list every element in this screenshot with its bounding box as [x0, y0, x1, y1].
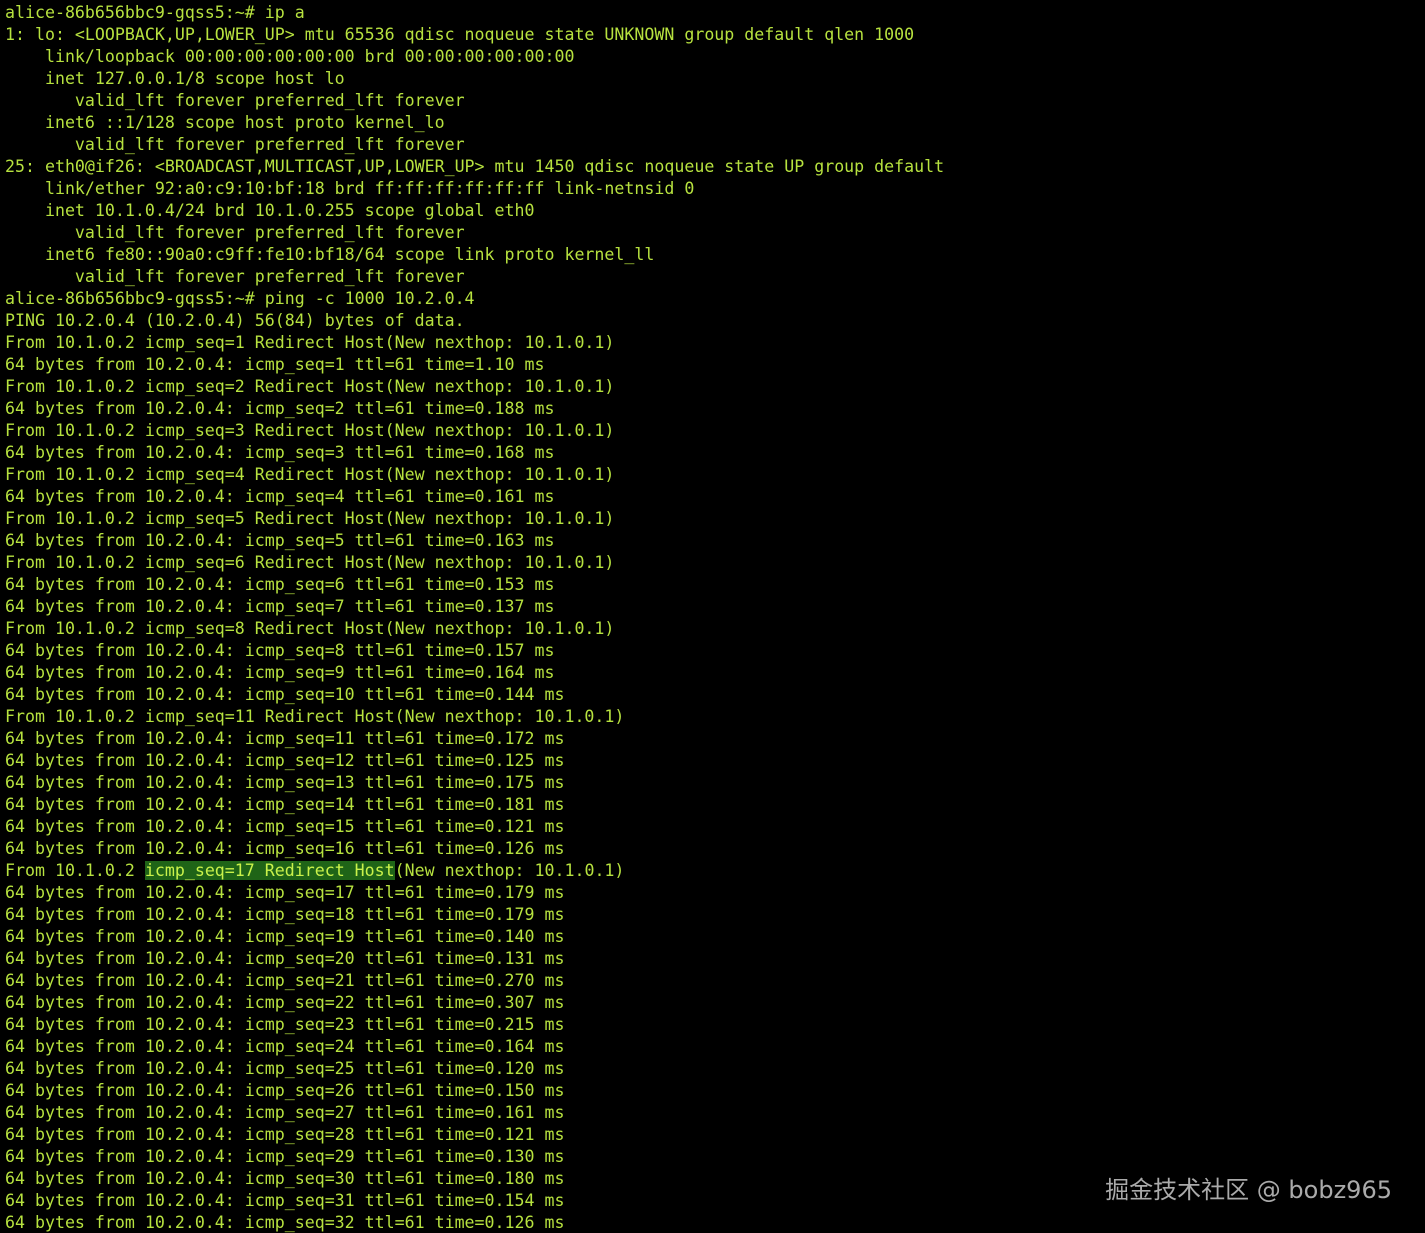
terminal-line: 1: lo: <LOOPBACK,UP,LOWER_UP> mtu 65536 …	[5, 25, 915, 44]
terminal-line: 64 bytes from 10.2.0.4: icmp_seq=32 ttl=…	[5, 1213, 565, 1232]
terminal-line: valid_lft forever preferred_lft forever	[5, 91, 465, 110]
terminal-line: From 10.1.0.2 icmp_seq=6 Redirect Host(N…	[5, 553, 615, 572]
terminal-line: 64 bytes from 10.2.0.4: icmp_seq=1 ttl=6…	[5, 355, 545, 374]
terminal-line: 64 bytes from 10.2.0.4: icmp_seq=11 ttl=…	[5, 729, 565, 748]
terminal-line: From 10.1.0.2 icmp_seq=4 Redirect Host(N…	[5, 465, 615, 484]
terminal-line: 64 bytes from 10.2.0.4: icmp_seq=29 ttl=…	[5, 1147, 565, 1166]
terminal-line: link/ether 92:a0:c9:10:bf:18 brd ff:ff:f…	[5, 179, 695, 198]
terminal-line: From 10.1.0.2 icmp_seq=8 Redirect Host(N…	[5, 619, 615, 638]
terminal-line: From 10.1.0.2 icmp_seq=5 Redirect Host(N…	[5, 509, 615, 528]
terminal-line: 64 bytes from 10.2.0.4: icmp_seq=18 ttl=…	[5, 905, 565, 924]
terminal-line: 64 bytes from 10.2.0.4: icmp_seq=2 ttl=6…	[5, 399, 555, 418]
terminal-line: link/loopback 00:00:00:00:00:00 brd 00:0…	[5, 47, 575, 66]
terminal-line: 64 bytes from 10.2.0.4: icmp_seq=12 ttl=…	[5, 751, 565, 770]
terminal-line: 64 bytes from 10.2.0.4: icmp_seq=23 ttl=…	[5, 1015, 565, 1034]
terminal-line: 64 bytes from 10.2.0.4: icmp_seq=20 ttl=…	[5, 949, 565, 968]
terminal-line: 64 bytes from 10.2.0.4: icmp_seq=15 ttl=…	[5, 817, 565, 836]
terminal-line: 64 bytes from 10.2.0.4: icmp_seq=14 ttl=…	[5, 795, 565, 814]
terminal-line: From 10.1.0.2 icmp_seq=17 Redirect Host(…	[5, 860, 1425, 882]
terminal-line: inet 10.1.0.4/24 brd 10.1.0.255 scope gl…	[5, 201, 535, 220]
terminal-line: inet 127.0.0.1/8 scope host lo	[5, 69, 345, 88]
terminal-line: valid_lft forever preferred_lft forever	[5, 135, 465, 154]
terminal-line: 64 bytes from 10.2.0.4: icmp_seq=28 ttl=…	[5, 1125, 565, 1144]
terminal-output[interactable]: alice-86b656bbc9-gqss5:~# ip a 1: lo: <LO…	[5, 2, 1425, 1233]
terminal-line: 64 bytes from 10.2.0.4: icmp_seq=13 ttl=…	[5, 773, 565, 792]
terminal-line: alice-86b656bbc9-gqss5:~# ip a	[5, 3, 305, 22]
terminal-line: PING 10.2.0.4 (10.2.0.4) 56(84) bytes of…	[5, 311, 465, 330]
terminal-line: 64 bytes from 10.2.0.4: icmp_seq=22 ttl=…	[5, 993, 565, 1012]
terminal-line: 25: eth0@if26: <BROADCAST,MULTICAST,UP,L…	[5, 157, 945, 176]
terminal-line: 64 bytes from 10.2.0.4: icmp_seq=17 ttl=…	[5, 883, 565, 902]
terminal-line: 64 bytes from 10.2.0.4: icmp_seq=21 ttl=…	[5, 971, 565, 990]
line-text: From 10.1.0.2	[5, 861, 145, 880]
terminal-line: 64 bytes from 10.2.0.4: icmp_seq=24 ttl=…	[5, 1037, 565, 1056]
terminal-line: alice-86b656bbc9-gqss5:~# ping -c 1000 1…	[5, 289, 475, 308]
terminal-line: From 10.1.0.2 icmp_seq=1 Redirect Host(N…	[5, 333, 615, 352]
watermark: 掘金技术社区 @ bobz965	[1105, 1176, 1392, 1204]
line-text: (New nexthop: 10.1.0.1)	[394, 861, 625, 880]
terminal-line: 64 bytes from 10.2.0.4: icmp_seq=26 ttl=…	[5, 1081, 565, 1100]
terminal-line: valid_lft forever preferred_lft forever	[5, 223, 465, 242]
terminal-line: 64 bytes from 10.2.0.4: icmp_seq=7 ttl=6…	[5, 597, 555, 616]
terminal-line: 64 bytes from 10.2.0.4: icmp_seq=10 ttl=…	[5, 685, 565, 704]
text-selection: icmp_seq=17 Redirect Host	[144, 861, 395, 880]
terminal-line: valid_lft forever preferred_lft forever	[5, 267, 465, 286]
terminal-line: 64 bytes from 10.2.0.4: icmp_seq=16 ttl=…	[5, 839, 565, 858]
terminal-line: 64 bytes from 10.2.0.4: icmp_seq=25 ttl=…	[5, 1059, 565, 1078]
terminal-line: 64 bytes from 10.2.0.4: icmp_seq=9 ttl=6…	[5, 663, 555, 682]
terminal-line: 64 bytes from 10.2.0.4: icmp_seq=5 ttl=6…	[5, 531, 555, 550]
terminal-line: 64 bytes from 10.2.0.4: icmp_seq=8 ttl=6…	[5, 641, 555, 660]
terminal-line: 64 bytes from 10.2.0.4: icmp_seq=3 ttl=6…	[5, 443, 555, 462]
terminal-line: 64 bytes from 10.2.0.4: icmp_seq=27 ttl=…	[5, 1103, 565, 1122]
terminal-line: From 10.1.0.2 icmp_seq=2 Redirect Host(N…	[5, 377, 615, 396]
terminal-line: 64 bytes from 10.2.0.4: icmp_seq=4 ttl=6…	[5, 487, 555, 506]
terminal-line: inet6 fe80::90a0:c9ff:fe10:bf18/64 scope…	[5, 245, 655, 264]
terminal-window[interactable]: alice-86b656bbc9-gqss5:~# ip a 1: lo: <LO…	[0, 0, 1425, 1233]
terminal-line: 64 bytes from 10.2.0.4: icmp_seq=6 ttl=6…	[5, 575, 555, 594]
terminal-line: From 10.1.0.2 icmp_seq=11 Redirect Host(…	[5, 707, 625, 726]
terminal-line: 64 bytes from 10.2.0.4: icmp_seq=19 ttl=…	[5, 927, 565, 946]
terminal-line: inet6 ::1/128 scope host proto kernel_lo	[5, 113, 445, 132]
terminal-line: From 10.1.0.2 icmp_seq=3 Redirect Host(N…	[5, 421, 615, 440]
